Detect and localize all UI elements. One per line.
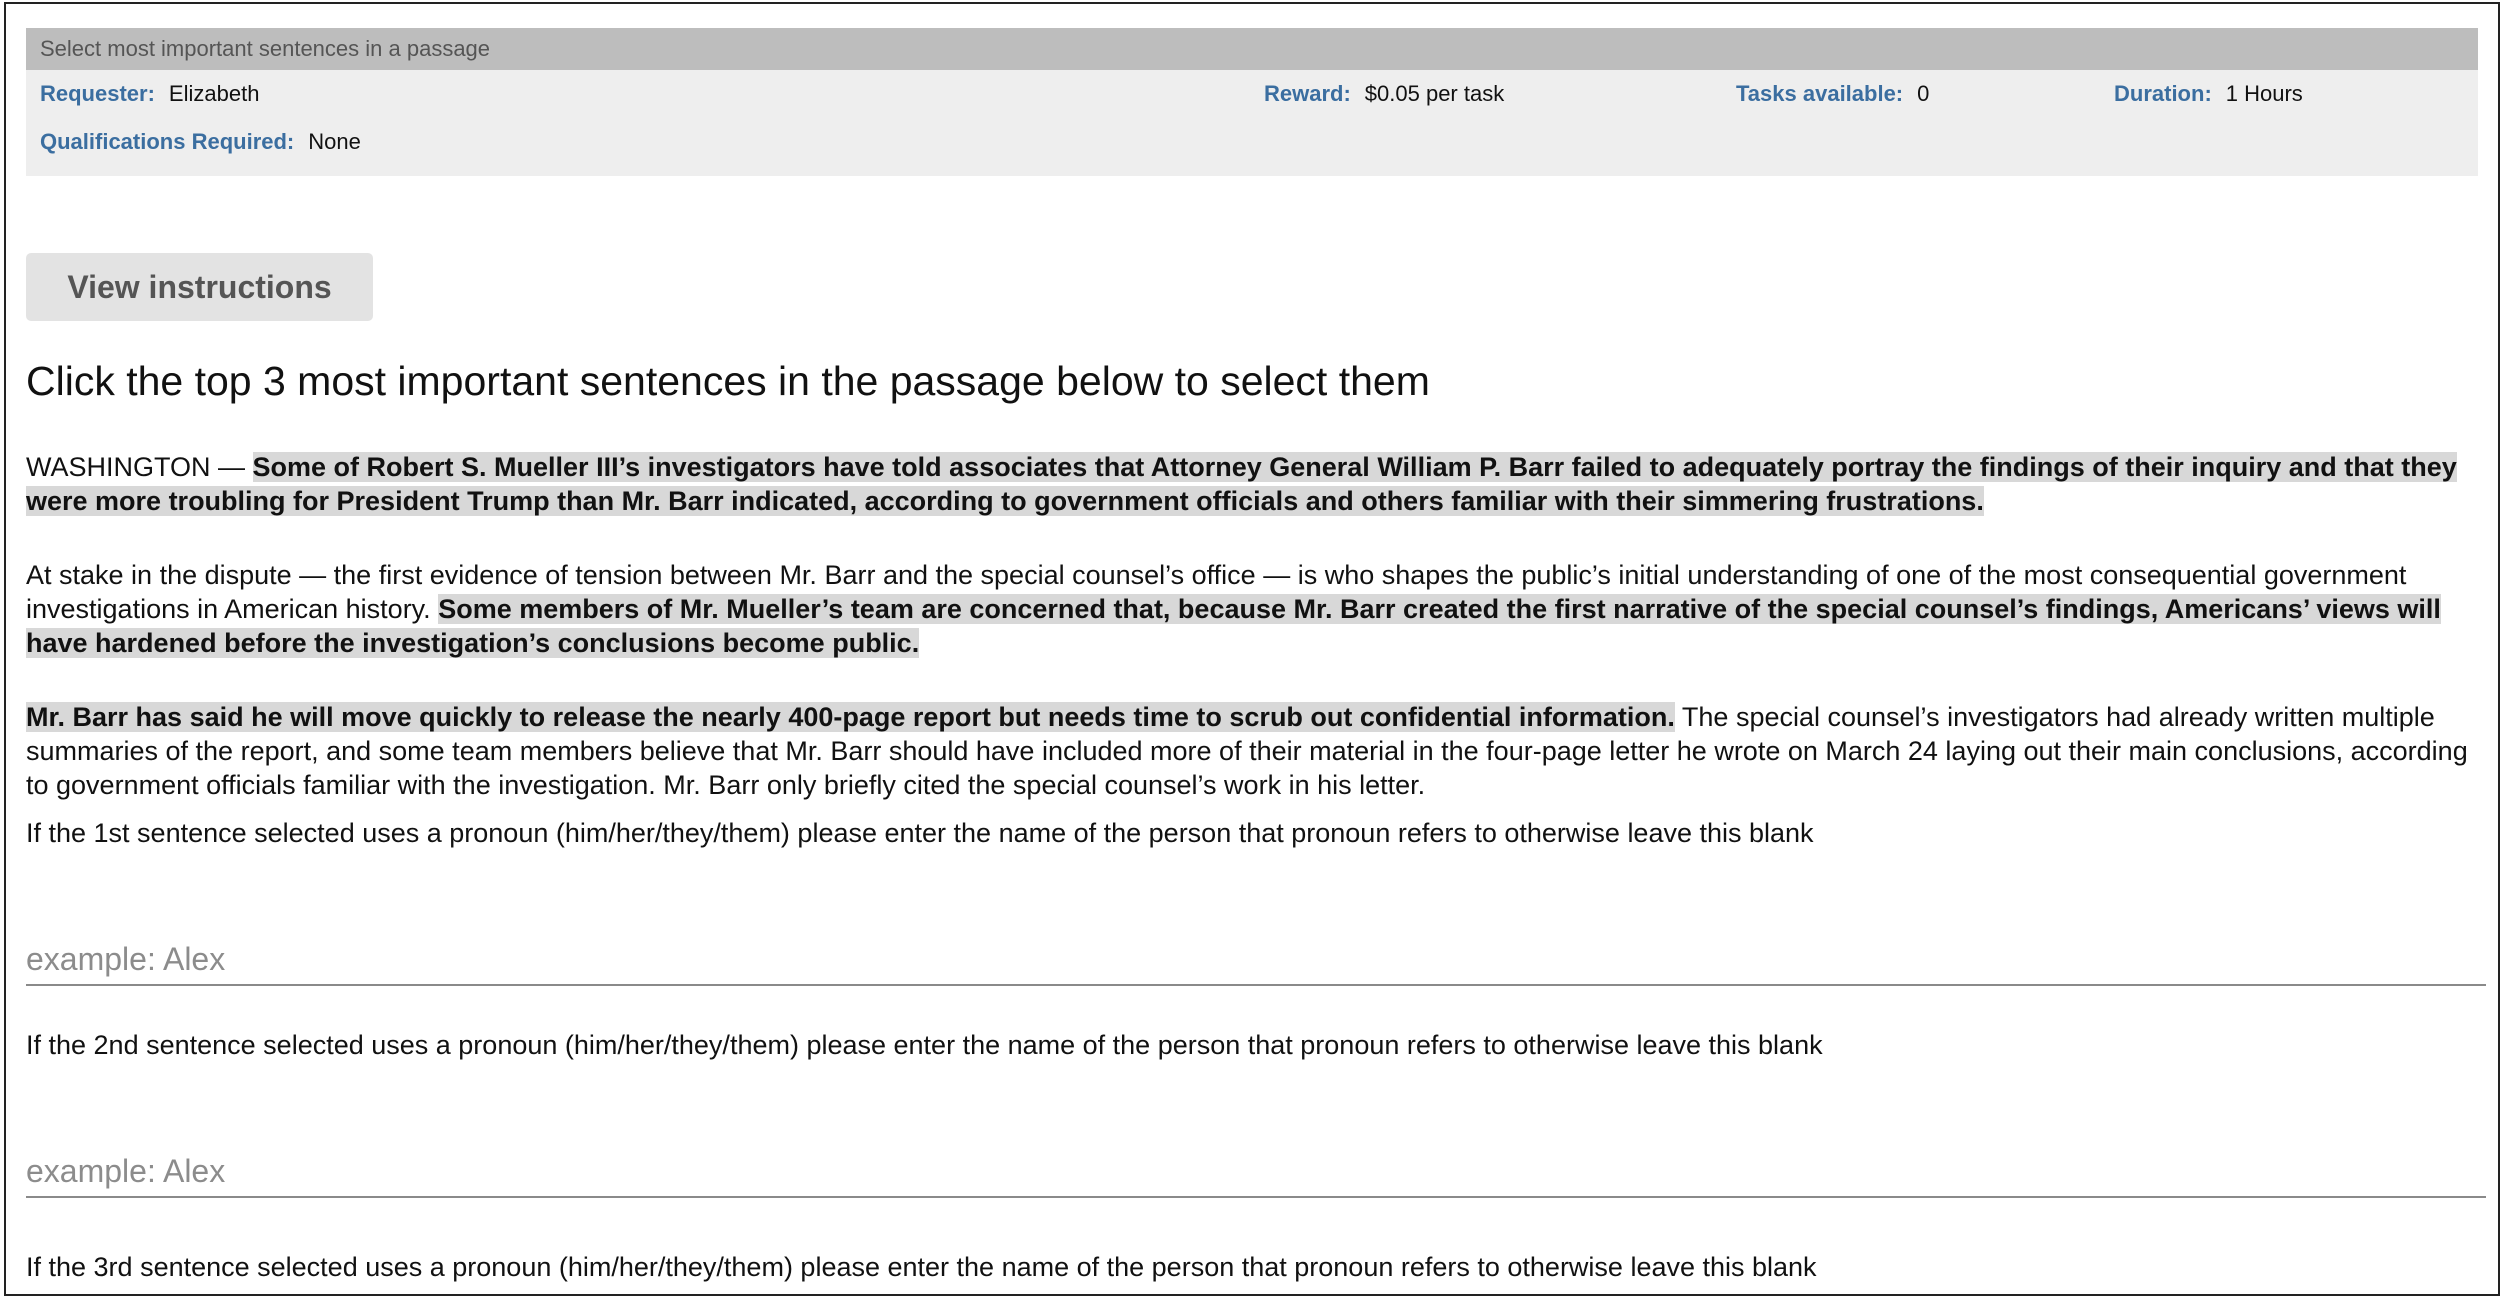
duration-label: Duration:	[2114, 81, 2212, 106]
question-1-label: If the 1st sentence selected uses a pron…	[26, 818, 1814, 848]
reward-field: Reward: $0.05 per task	[1264, 70, 1504, 118]
reward-label: Reward:	[1264, 81, 1351, 106]
view-instructions-button[interactable]: View instructions	[26, 253, 373, 321]
passage-sentence-selected[interactable]: Some of Robert S. Mueller III’s investig…	[26, 452, 2457, 516]
hit-content: Select most important sentences in a pas…	[26, 28, 2486, 1282]
requester-label: Requester:	[40, 81, 155, 106]
task-header: Select most important sentences in a pas…	[26, 28, 2478, 176]
passage-paragraph-2: At stake in the dispute — the first evid…	[26, 558, 2496, 660]
question-3-label: If the 3rd sentence selected uses a pron…	[26, 1252, 1817, 1282]
tasks-available-field: Tasks available: 0	[1736, 70, 1929, 118]
page-heading: Click the top 3 most important sentences…	[26, 358, 1430, 404]
passage-paragraph-3: Mr. Barr has said he will move quickly t…	[26, 700, 2496, 802]
requester-field: Requester: Elizabeth	[40, 70, 259, 118]
qualifications-field: Qualifications Required: None	[40, 118, 361, 166]
duration-field: Duration: 1 Hours	[2114, 70, 2303, 118]
passage-paragraph-1: WASHINGTON — Some of Robert S. Mueller I…	[26, 450, 2496, 518]
passage: WASHINGTON — Some of Robert S. Mueller I…	[26, 450, 2496, 802]
pronoun-1-input[interactable]	[26, 934, 2486, 986]
hit-frame: Select most important sentences in a pas…	[4, 2, 2500, 1296]
requester-value: Elizabeth	[168, 81, 260, 106]
task-meta-row: Requester: Elizabeth Reward: $0.05 per tas…	[26, 70, 2478, 118]
tasks-available-value: 0	[1917, 81, 1930, 106]
duration-value: 1 Hours	[2225, 81, 2303, 106]
question-2-label: If the 2nd sentence selected uses a pron…	[26, 1030, 1823, 1060]
task-title: Select most important sentences in a pas…	[26, 28, 2478, 70]
tasks-available-label: Tasks available:	[1736, 81, 1904, 106]
qualifications-value: None	[308, 129, 361, 154]
pronoun-2-input[interactable]	[26, 1146, 2486, 1198]
task-meta-row-2: Qualifications Required: None	[26, 118, 2478, 176]
reward-value: $0.05 per task	[1364, 81, 1505, 106]
passage-sentence-selected[interactable]: Mr. Barr has said he will move quickly t…	[26, 702, 1675, 732]
passage-sentence[interactable]: WASHINGTON —	[26, 452, 253, 482]
qualifications-label: Qualifications Required:	[40, 129, 295, 154]
